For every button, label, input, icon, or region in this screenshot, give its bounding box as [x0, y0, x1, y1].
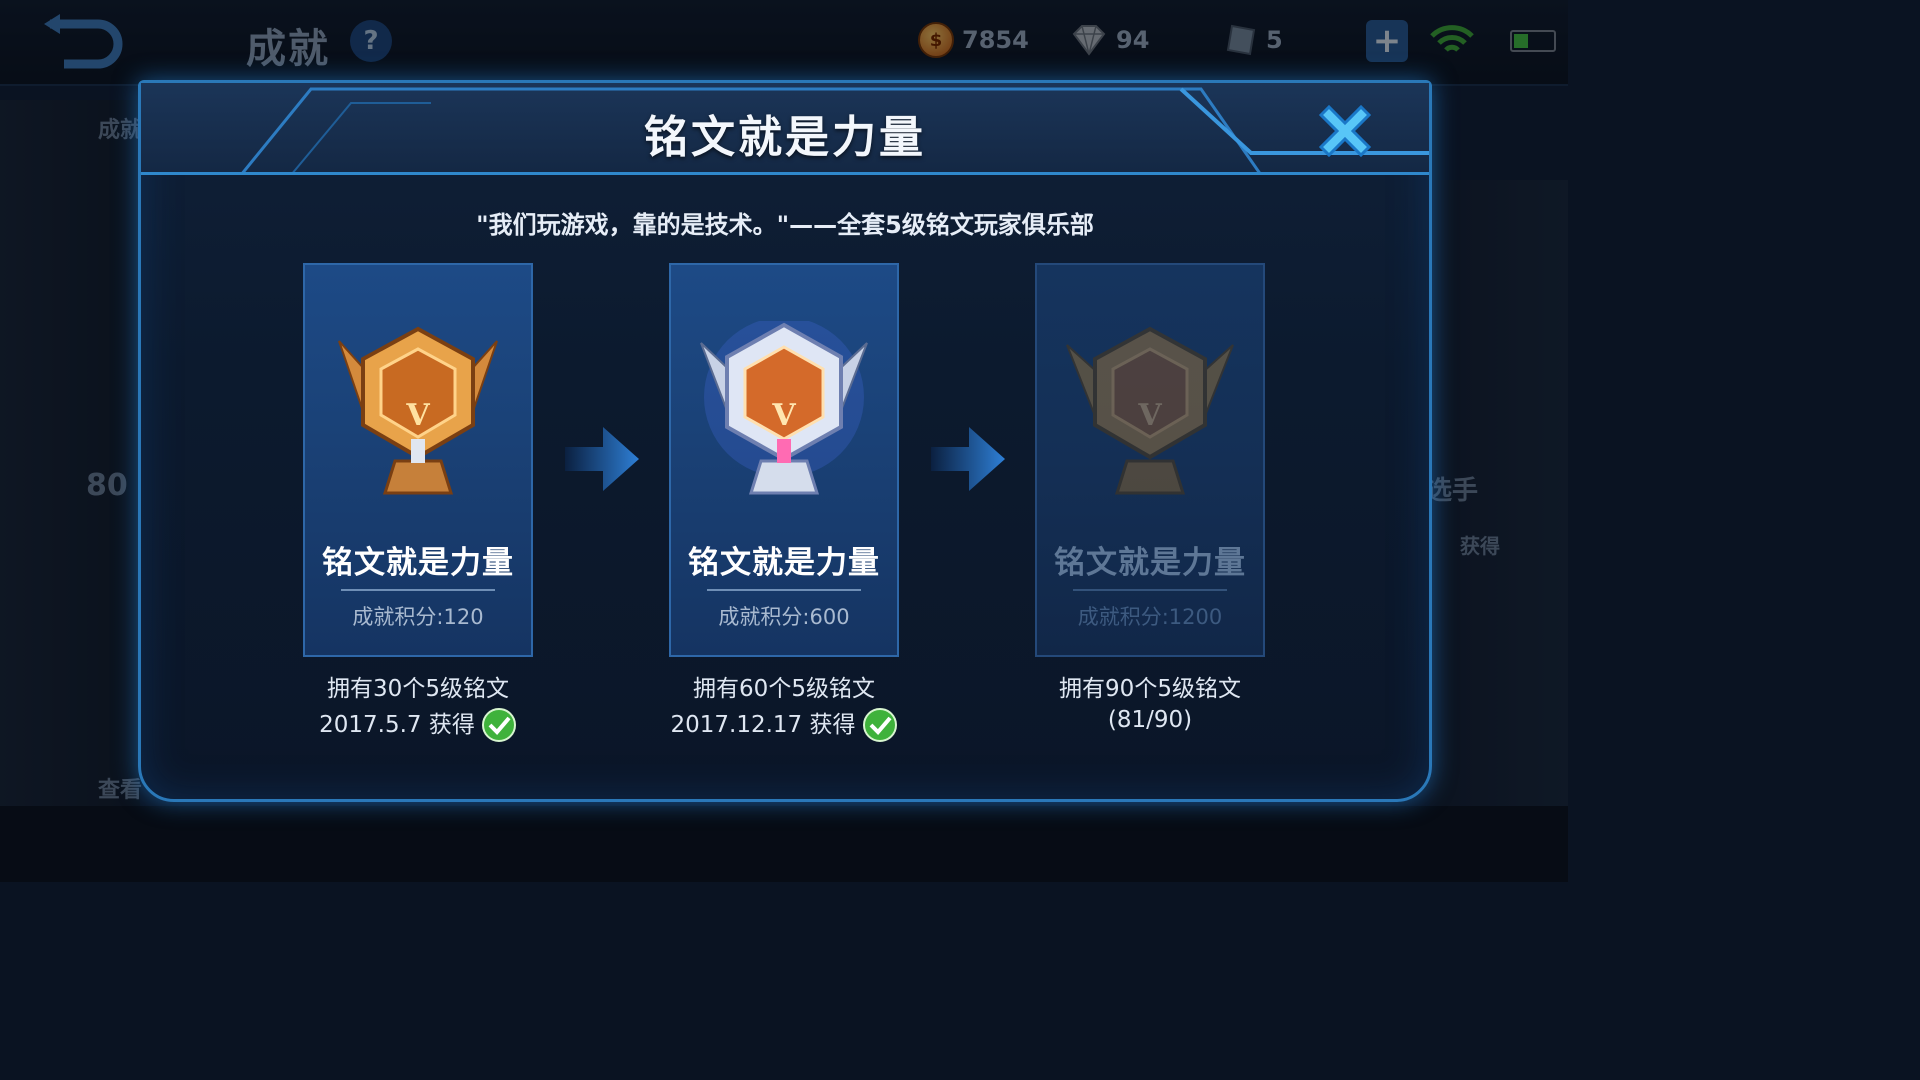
card-score: 成就积分:600	[718, 605, 850, 629]
ticket-currency: 5	[1224, 20, 1283, 60]
svg-text:V: V	[405, 398, 430, 433]
back-icon[interactable]	[40, 14, 132, 70]
bottom-strip	[0, 806, 1568, 882]
gold-trophy-locked-icon: V	[1066, 326, 1234, 495]
card-divider	[707, 589, 861, 591]
svg-text:V: V	[1137, 398, 1162, 433]
left-view-button[interactable]: 查看	[98, 772, 142, 804]
wifi-icon	[1430, 25, 1474, 52]
right-label: 选手	[1426, 476, 1479, 506]
arrow-right-icon	[931, 427, 1005, 491]
left-score: 80	[86, 468, 128, 503]
earned-line: 2017.12.17 获得	[634, 707, 934, 743]
check-icon	[862, 708, 897, 742]
achievement-modal: 铭文就是力量 "我们玩游戏，靠的是技术。"——全套5级铭文玩家俱乐部 V 铭文就…	[138, 80, 1432, 802]
card-title: 铭文就是力量	[1054, 545, 1246, 581]
requirement-text: 拥有60个5级铭文	[693, 676, 875, 702]
card-requirement-2: 拥有60个5级铭文 2017.12.17 获得	[634, 671, 934, 743]
ticket-amount: 5	[1266, 26, 1283, 54]
gem-currency: 94	[1070, 20, 1149, 60]
card-score: 成就积分:120	[352, 605, 484, 629]
add-currency-button[interactable]: +	[1366, 20, 1408, 62]
gold-amount: 7854	[962, 26, 1029, 54]
modal-header: 铭文就是力量	[141, 83, 1429, 175]
card-requirement-3: 拥有90个5级铭文 (81/90)	[1000, 671, 1300, 733]
silver-trophy-icon: V	[700, 321, 868, 495]
achievement-card-tier-2[interactable]: V 铭文就是力量 成就积分:600	[669, 263, 899, 657]
top-bar: 成就 ? $ 7854 94 5 +	[0, 0, 1568, 86]
card-title: 铭文就是力量	[322, 545, 514, 581]
requirement-text: 拥有30个5级铭文	[327, 676, 509, 702]
left-tab-label: 成就	[98, 118, 143, 143]
arrow-right-icon	[565, 427, 639, 491]
earned-date: 2017.5.7 获得	[319, 712, 475, 738]
card-title: 铭文就是力量	[688, 545, 880, 581]
help-button[interactable]: ?	[350, 20, 392, 62]
achievement-card-tier-1[interactable]: V 铭文就是力量 成就积分:120	[303, 263, 533, 657]
requirement-text: 拥有90个5级铭文	[1059, 676, 1241, 702]
earned-date: 2017.12.17 获得	[670, 712, 856, 738]
svg-text:V: V	[771, 398, 796, 433]
check-icon	[481, 708, 516, 742]
modal-title: 铭文就是力量	[644, 112, 926, 163]
right-sub-label: 获得	[1460, 534, 1500, 558]
close-icon[interactable]	[1311, 97, 1379, 165]
gold-currency: $ 7854	[918, 20, 1029, 60]
card-requirement-1: 拥有30个5级铭文 2017.5.7 获得	[268, 671, 568, 743]
achievement-card-tier-3[interactable]: V 铭文就是力量 成就积分:1200	[1035, 263, 1265, 657]
card-divider	[1073, 589, 1227, 591]
card-score: 成就积分:1200	[1077, 605, 1223, 629]
gem-amount: 94	[1116, 26, 1150, 54]
progress-text: (81/90)	[1107, 707, 1193, 733]
diamond-icon	[1072, 25, 1106, 56]
card-divider	[341, 589, 495, 591]
battery-icon	[1510, 30, 1556, 52]
ticket-icon	[1226, 24, 1256, 56]
screen-title: 成就	[246, 26, 330, 72]
achievement-quote: "我们玩游戏，靠的是技术。"——全套5级铭文玩家俱乐部	[476, 211, 1094, 239]
earned-line: 2017.5.7 获得	[268, 707, 568, 743]
bronze-trophy-icon: V	[338, 326, 498, 495]
gold-coin-icon: $	[918, 22, 954, 58]
